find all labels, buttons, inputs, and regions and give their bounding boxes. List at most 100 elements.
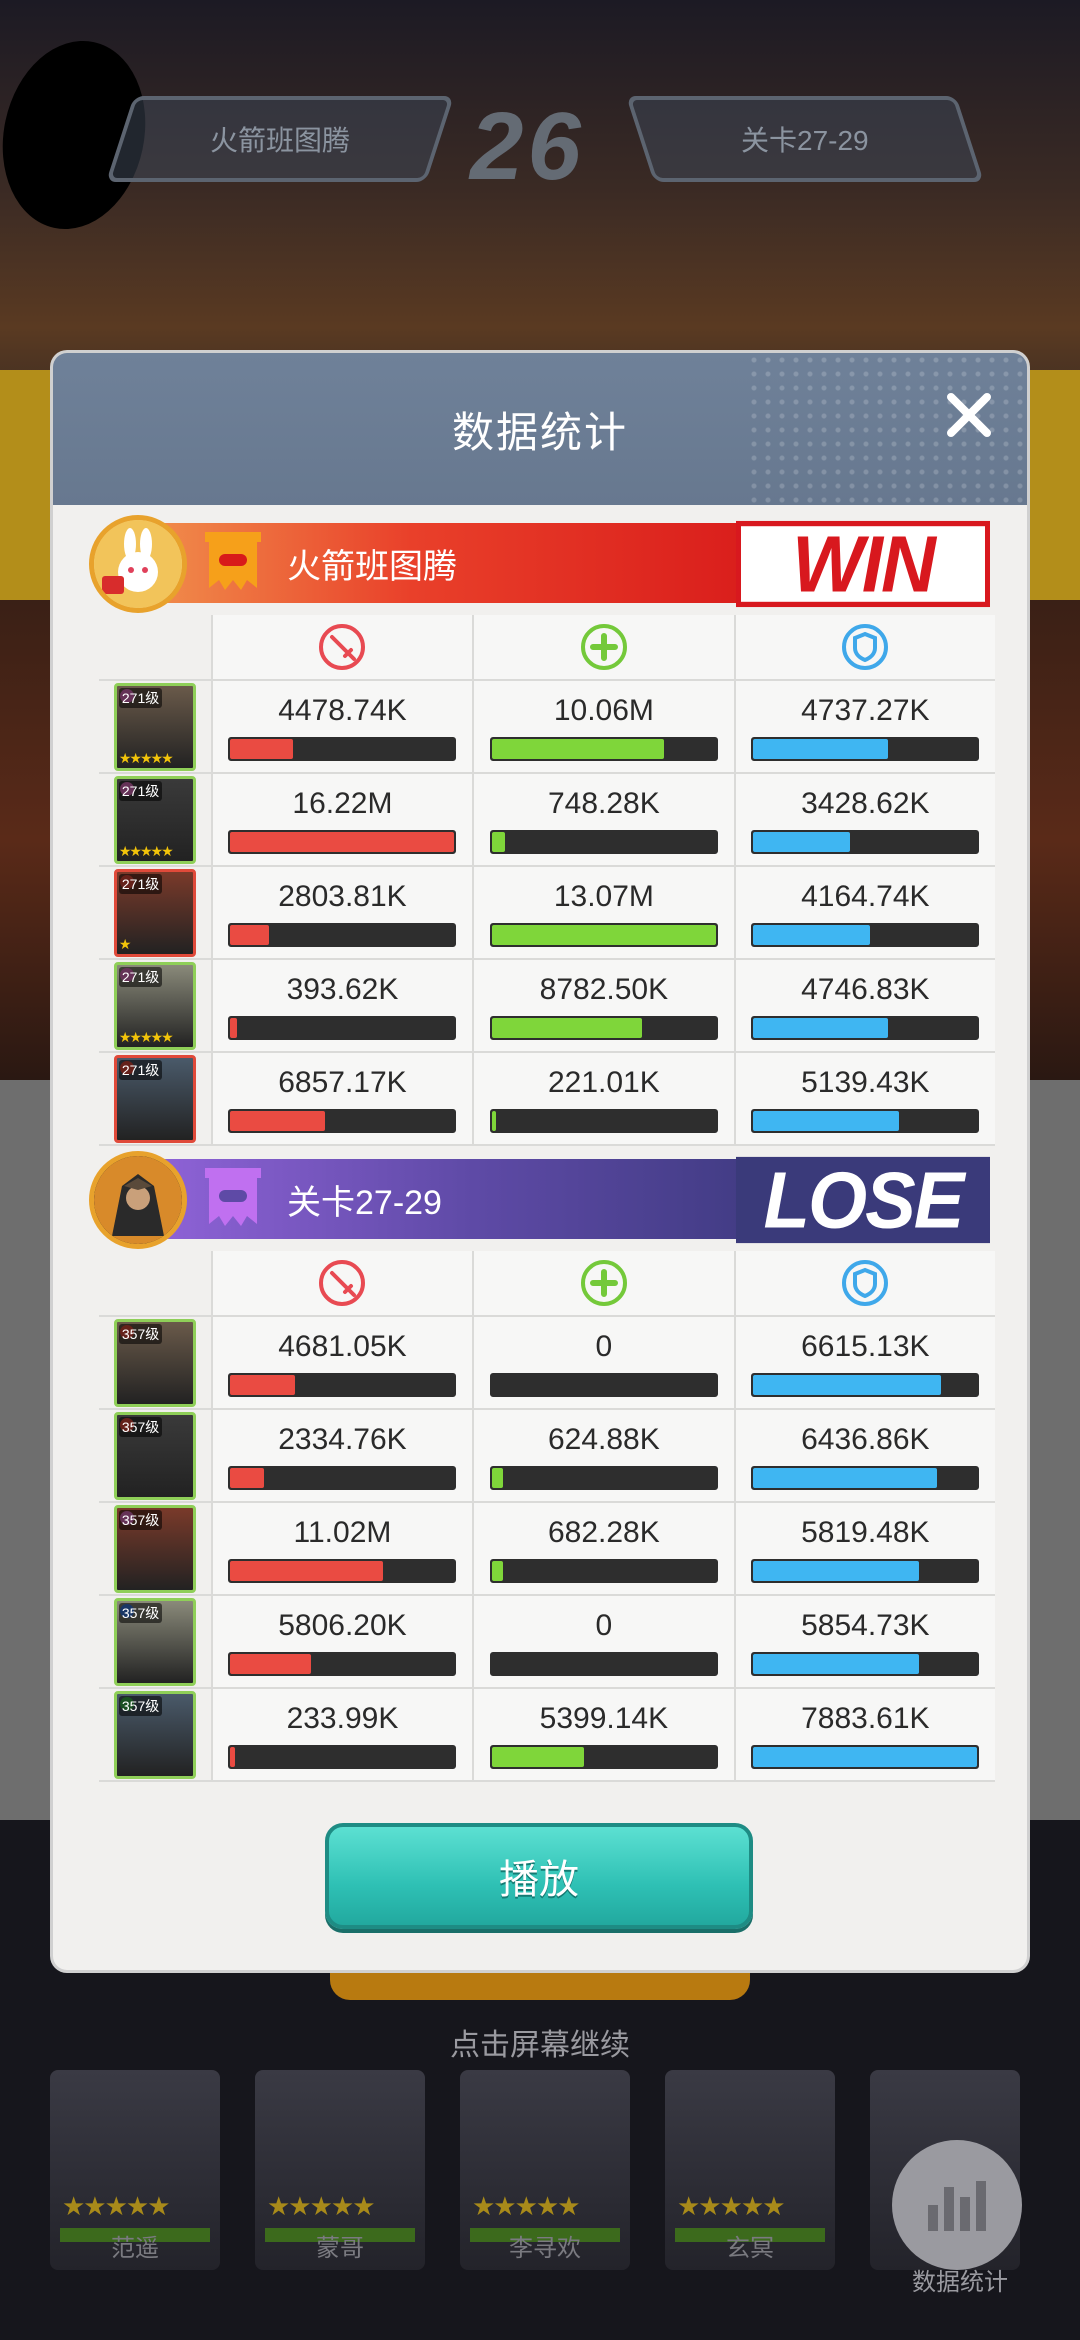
hero-stat-row: 357级 2334.76K 624.88K 6436.86K	[99, 1410, 996, 1503]
hero-stars: ★★★★★	[118, 842, 174, 859]
table-header-row	[99, 615, 996, 681]
hero-stars: ★★★★★	[118, 749, 174, 766]
defense-bar-fill	[753, 1653, 920, 1674]
heal-cell: 624.88K	[472, 1410, 734, 1501]
heal-value: 624.88K	[547, 1422, 660, 1456]
defense-bar	[751, 1015, 980, 1040]
defense-value: 4746.83K	[801, 972, 930, 1006]
heal-bar	[489, 829, 718, 854]
team-flag-icon	[201, 1166, 265, 1232]
hero-stat-row: 357级 5806.20K 0 5854.73K	[99, 1596, 996, 1689]
damage-column-header	[210, 1251, 473, 1315]
hero-portrait[interactable]: 357级	[113, 1318, 196, 1407]
hero-level: 271级	[118, 1059, 163, 1080]
heal-bar	[489, 1558, 718, 1583]
play-button[interactable]: 播放	[325, 1823, 753, 1929]
defense-bar-fill	[753, 1746, 978, 1767]
damage-bar-fill	[230, 1746, 235, 1767]
hero-level: 357级	[118, 1416, 163, 1437]
damage-bar-fill	[230, 1110, 325, 1131]
heal-value: 5399.14K	[539, 1701, 669, 1735]
team1-name: 火箭班图腾	[287, 547, 457, 586]
heal-bar-fill	[491, 831, 506, 852]
hero-level: 357级	[118, 1602, 163, 1623]
defense-bar	[751, 1744, 980, 1769]
defense-value: 6436.86K	[801, 1422, 930, 1456]
team2-name-bar: 关卡27-29	[161, 1159, 787, 1239]
heal-bar-fill	[491, 1017, 642, 1038]
heal-cell: 748.28K	[472, 774, 734, 865]
shield-icon	[842, 1260, 889, 1306]
damage-bar	[228, 829, 457, 854]
damage-cell: 393.62K	[210, 960, 473, 1051]
bg-stats-label: 数据统计	[912, 2269, 1008, 2296]
table-header-row	[99, 1251, 996, 1317]
damage-bar	[228, 1108, 457, 1133]
heal-bar-fill	[491, 738, 665, 759]
heal-cell: 0	[472, 1317, 734, 1408]
hero-stat-row: 357级 233.99K 5399.14K 7883.61K	[99, 1689, 996, 1782]
defense-value: 5854.73K	[801, 1608, 930, 1642]
damage-column-header	[210, 615, 473, 679]
defense-cell: 5819.48K	[733, 1503, 996, 1594]
hero-portrait[interactable]: 357级	[113, 1690, 196, 1779]
defense-bar	[751, 1108, 980, 1133]
defense-value: 4164.74K	[801, 879, 930, 913]
hero-stat-row: 357级 11.02M 682.28K 5819.48K	[99, 1503, 996, 1596]
heal-value: 0	[595, 1329, 613, 1363]
damage-bar-fill	[230, 831, 455, 852]
heal-value: 221.01K	[547, 1065, 660, 1099]
heal-bar	[489, 1108, 718, 1133]
damage-cell: 233.99K	[210, 1689, 473, 1780]
defense-cell: 3428.62K	[733, 774, 996, 865]
defense-bar	[751, 922, 980, 947]
rabbit-avatar-icon	[94, 520, 182, 608]
hero-stat-row: 271级 ★ 2803.81K 13.07M 4164.74K	[99, 867, 996, 960]
heal-value: 10.06M	[553, 693, 654, 727]
damage-cell: 5806.20K	[210, 1596, 473, 1687]
hero-level: 271级	[118, 966, 163, 987]
heal-cell: 682.28K	[472, 1503, 734, 1594]
hero-level: 271级	[118, 873, 163, 894]
hero-portrait[interactable]: 271级 ★★★★★	[113, 775, 196, 864]
heal-bar-fill	[491, 1110, 497, 1131]
hero-portrait[interactable]: 271级	[113, 1054, 196, 1143]
heal-column-header	[472, 1251, 734, 1315]
hero-portrait[interactable]: 271级 ★	[113, 868, 196, 957]
heal-bar-fill	[491, 1746, 584, 1767]
defense-bar	[751, 1372, 980, 1397]
defense-bar-fill	[753, 924, 870, 945]
heal-cell: 221.01K	[472, 1053, 734, 1144]
damage-cell: 6857.17K	[210, 1053, 473, 1144]
hero-portrait[interactable]: 271级 ★★★★★	[113, 961, 196, 1050]
team1-avatar[interactable]	[89, 515, 187, 613]
damage-value: 4681.05K	[278, 1329, 407, 1363]
damage-bar-fill	[230, 1017, 238, 1038]
hero-portrait[interactable]: 357级	[113, 1504, 196, 1593]
heal-bar-fill	[491, 1467, 504, 1488]
damage-bar-fill	[230, 1467, 265, 1488]
hero-portrait[interactable]: 357级	[113, 1411, 196, 1500]
bg-hero-card-name: 李寻欢	[509, 2235, 581, 2262]
damage-value: 11.02M	[293, 1515, 392, 1549]
defense-value: 5819.48K	[801, 1515, 930, 1549]
defense-bar-fill	[753, 1017, 888, 1038]
hero-portrait[interactable]: 357级	[113, 1597, 196, 1686]
hero-portrait[interactable]: 271级 ★★★★★	[113, 682, 196, 771]
team1-banner: 火箭班图腾 WIN	[53, 515, 1027, 613]
heal-bar	[489, 1465, 718, 1490]
damage-value: 2803.81K	[278, 879, 407, 913]
plus-icon	[580, 624, 627, 670]
defense-bar-fill	[753, 1374, 942, 1395]
damage-value: 393.62K	[286, 972, 399, 1006]
close-button[interactable]	[937, 383, 1001, 447]
defense-value: 7883.61K	[801, 1701, 930, 1735]
damage-bar	[228, 1015, 457, 1040]
defense-bar	[751, 736, 980, 761]
damage-cell: 16.22M	[210, 774, 473, 865]
team2-avatar[interactable]	[89, 1151, 187, 1249]
damage-bar	[228, 1744, 457, 1769]
hero-level: 357级	[118, 1509, 163, 1530]
bg-stats-button	[892, 2140, 1022, 2270]
damage-value: 4478.74K	[278, 693, 407, 727]
